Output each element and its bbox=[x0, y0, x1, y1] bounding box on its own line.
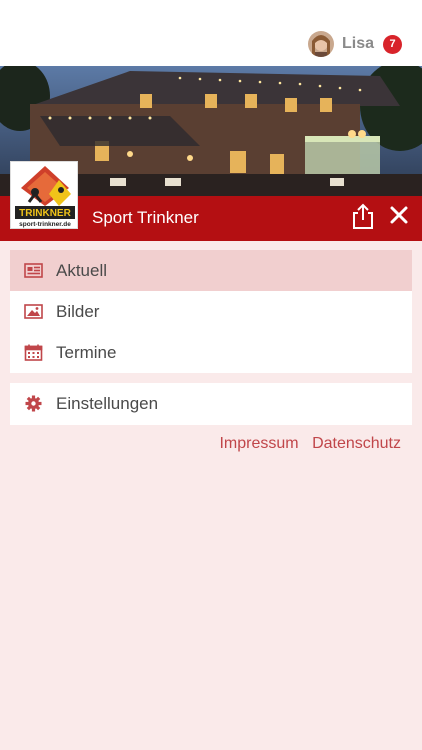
svg-text:sport-trinkner.de: sport-trinkner.de bbox=[19, 221, 71, 228]
newspaper-icon bbox=[24, 262, 43, 279]
settings-menu: Einstellungen bbox=[10, 383, 412, 425]
user-name[interactable]: Lisa bbox=[342, 35, 374, 53]
close-icon[interactable] bbox=[388, 204, 410, 226]
footer-links: Impressum Datenschutz bbox=[210, 435, 401, 453]
avatar[interactable] bbox=[307, 31, 334, 57]
menu-item-label: Aktuell bbox=[56, 261, 108, 280]
calendar-icon bbox=[24, 344, 43, 361]
datenschutz-link[interactable]: Datenschutz bbox=[312, 435, 401, 452]
impressum-link[interactable]: Impressum bbox=[219, 435, 298, 452]
user-profile[interactable]: Lisa 7 bbox=[307, 30, 402, 58]
share-icon[interactable] bbox=[350, 202, 376, 230]
menu-item-label: Einstellungen bbox=[56, 394, 159, 413]
svg-text:TRINKNER: TRINKNER bbox=[19, 208, 71, 219]
menu-item-bilder[interactable]: Bilder bbox=[10, 291, 412, 332]
main-menu: Aktuell Bilder Termine bbox=[10, 250, 412, 373]
menu-item-label: Termine bbox=[56, 343, 117, 362]
shop-name: Sport Trinkner bbox=[92, 208, 199, 227]
menu-item-termine[interactable]: Termine bbox=[10, 332, 412, 373]
menu-item-einstellungen[interactable]: Einstellungen bbox=[10, 383, 412, 424]
menu-item-label: Bilder bbox=[56, 302, 100, 321]
menu-item-aktuell[interactable]: Aktuell bbox=[10, 250, 412, 291]
notification-badge[interactable]: 7 bbox=[383, 34, 402, 54]
gear-icon bbox=[24, 395, 43, 412]
shop-logo: TRINKNER sport-trinkner.de bbox=[10, 161, 78, 229]
image-icon bbox=[24, 303, 43, 320]
top-bar: Lisa 7 bbox=[0, 0, 422, 66]
